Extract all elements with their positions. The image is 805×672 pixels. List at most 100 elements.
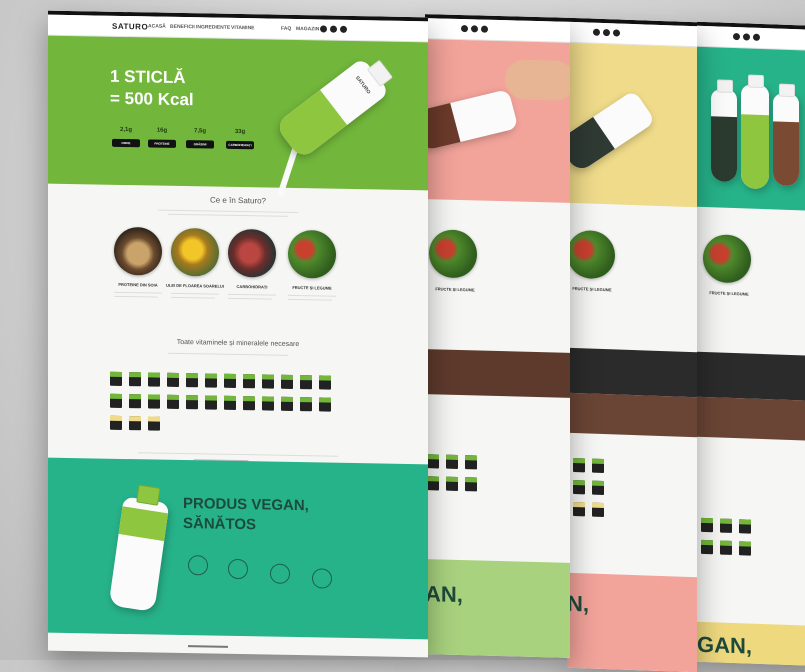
footer-text [188,645,228,648]
front-page: SATURO ACASĂ BENEFICII INGREDIENTE VITAM… [48,10,428,658]
vegan-headline-1: PRODUS VEGAN, [183,495,309,515]
vitamin-tile [186,373,198,388]
footer-light-green: AN, [425,559,570,658]
vegan-bottle [108,484,170,613]
vitamin-tile [739,541,751,556]
vitamin-tile [592,502,604,518]
vitamin-tile [592,480,604,496]
vitamin-tile [465,477,477,492]
vitamins-title: Toate vitaminele și mineralele necesare [176,338,300,349]
vitamin-tile [224,395,236,410]
vitamin-tile [148,372,160,387]
nav-item-home[interactable]: ACASĂ [148,23,166,29]
vegetables-image [429,229,477,279]
bottle-green [741,74,769,190]
vegan-headline-2: SĂNĂTOS [183,515,257,534]
fruits-vegetables-image [288,229,336,279]
hero-pink [425,39,570,203]
bottle-brown [773,83,799,187]
ingredient-label: CARBOHIDRAȚI [236,283,268,290]
vegetables-image [703,233,751,284]
vitamin-tile [129,394,141,409]
nav-item-benefits[interactable]: BENEFICII [170,24,195,30]
band-brown [425,349,570,398]
nav-item-ingredients[interactable]: INGREDIENTE [196,24,230,31]
nav-item-faq[interactable]: FAQ [281,26,291,32]
vitamin-tile [720,540,732,555]
vitamin-tile [148,416,160,431]
nav-item-vitamins[interactable]: VITAMINE [231,25,255,31]
vitamin-tile [446,454,458,469]
vitamin-tile [701,539,713,555]
vitamin-tile [720,518,732,533]
nav-item-shop[interactable]: MAGAZIN [296,26,319,32]
vitamin-tile [224,373,236,388]
vitamin-tile [281,396,293,411]
vitamin-tile [465,455,477,470]
hand-image [505,59,570,102]
social-icon[interactable] [593,28,600,36]
vitamin-tile [319,397,331,412]
hero-section: 1 STICLĂ = 500 Kcal 2,1g FIBRE 16g PROTE… [48,35,428,198]
vitamin-tile [427,476,439,491]
hero-bottle: SATURO [274,57,393,160]
vitamin-tile [262,374,274,389]
social-icon[interactable] [733,32,740,41]
band-brown [697,396,805,442]
vitamin-tile [243,396,255,411]
vitamin-tile [573,479,585,495]
back-page-teal: FRUCTE ȘI LEGUME GAN, [697,21,805,667]
vitamin-tile [573,457,585,473]
vitamin-tile [167,394,179,409]
ingredient-label: FRUCTE ȘI LEGUME [292,284,332,291]
vitamin-tile [300,397,312,412]
social-icon[interactable] [753,33,760,41]
vitamin-tile [427,454,439,469]
vitamin-tile [129,416,141,431]
social-icon[interactable] [613,29,620,37]
facebook-icon[interactable] [320,25,327,33]
hero-yellow [567,42,697,208]
vitamin-tile [739,519,751,534]
sunflower-oil-image [171,227,219,277]
hero-headline-1: 1 STICLĂ [110,66,186,88]
no-lactose-icon [270,563,290,584]
band-dark [697,351,805,402]
vitamin-tile [701,517,713,533]
social-icon[interactable] [481,25,488,33]
back-page-pink: FRUCTE ȘI LEGUME AN, [425,14,570,658]
band-brown [567,392,697,438]
vitamin-tile [205,373,217,388]
ingredients-title: Ce e în Saturo? [209,195,267,206]
vitamin-tile [129,372,141,387]
no-gluten-icon [228,558,248,580]
vitamin-tile [300,375,312,390]
nutrient-item: 2,1g FIBRE [112,127,140,148]
nutrient-item: 7,5g GRĂSIMI [186,128,214,149]
vegetables-image [567,229,615,280]
social-icon[interactable] [603,28,610,37]
vegan-section: PRODUS VEGAN, SĂNĂTOS [48,457,428,640]
social-icon[interactable] [461,25,468,33]
twitter-icon[interactable] [330,25,337,33]
social-icon[interactable] [743,33,750,41]
vitamin-tile [148,394,160,409]
instagram-icon[interactable] [340,25,347,33]
vitamin-tile [205,395,217,410]
vitamin-tile [262,396,274,411]
vegan-fragment: AN, [425,581,463,608]
vitamin-tile [110,371,122,386]
back-page-yellow: FRUCTE ȘI LEGUME N, [567,17,697,672]
hero-headline-2: = 500 Kcal [110,88,194,110]
vitamin-tile [446,476,458,491]
vitamin-tile [281,374,293,389]
bottle-dark [711,79,737,183]
hero-teal [697,46,805,212]
vitamin-tile [110,393,122,408]
vegan-fragment: GAN, [697,631,752,659]
leaf-icon [188,555,208,576]
vitamin-tile [110,415,122,430]
vitamin-tile [167,372,179,387]
social-icon[interactable] [471,25,478,33]
brand-logo[interactable]: SATURO [112,22,148,32]
